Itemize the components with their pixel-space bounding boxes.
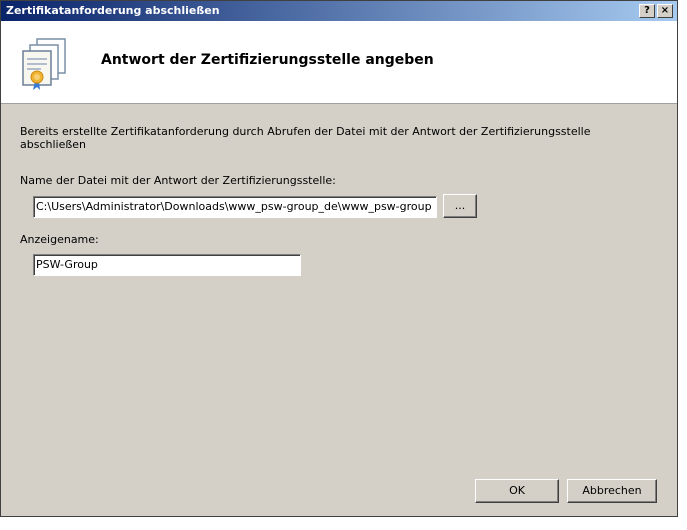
description-text: Bereits erstellte Zertifikatanforderung … <box>20 125 591 151</box>
browse-button[interactable]: ... <box>443 194 477 218</box>
window-title: Zertifikatanforderung abschließen <box>6 4 220 17</box>
file-name-label: Name der Datei mit der Antwort der Zerti… <box>20 174 336 187</box>
file-name-input[interactable]: C:\Users\Administrator\Downloads\www_psw… <box>33 196 437 218</box>
ok-button[interactable]: OK <box>475 479 559 503</box>
title-bar: Zertifikatanforderung abschließen ? × <box>1 1 677 21</box>
dialog-header: Antwort der Zertifizierungsstelle angebe… <box>1 21 677 104</box>
close-button[interactable]: × <box>657 4 673 18</box>
certificates-icon <box>22 38 66 90</box>
help-button[interactable]: ? <box>639 4 655 18</box>
header-title: Antwort der Zertifizierungsstelle angebe… <box>101 52 434 68</box>
cancel-button[interactable]: Abbrechen <box>567 479 657 503</box>
dialog-window: Zertifikatanforderung abschließen ? × An… <box>0 0 678 517</box>
display-name-label: Anzeigename: <box>20 233 99 246</box>
display-name-input[interactable]: PSW-Group <box>33 254 301 276</box>
